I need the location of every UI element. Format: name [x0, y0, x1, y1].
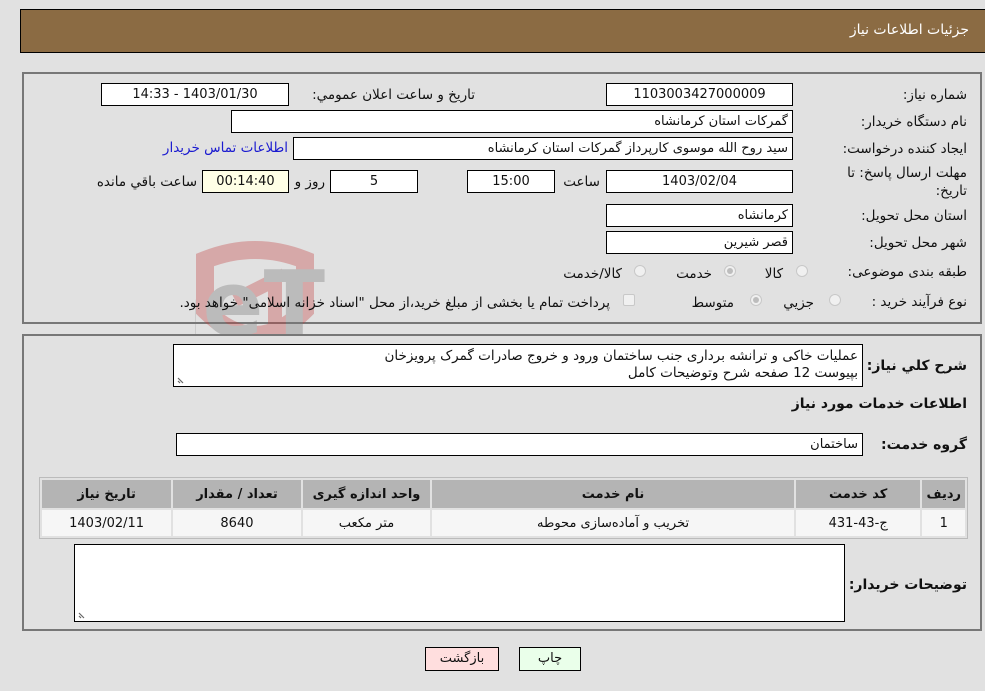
announce-datetime-field[interactable]: 1403/01/30 - 14:33 [101, 83, 289, 106]
purchase-type-option-minor: جزيي [783, 295, 814, 311]
page-title: جزئيات اطلاعات نیاز [849, 22, 969, 38]
description-line-2: بپیوست 12 صفحه شرح وتوضیحات کامل [627, 365, 858, 381]
delivery-city-field[interactable]: قصر شیرین [606, 231, 793, 254]
purchase-type-radio-minor[interactable] [829, 294, 841, 306]
deadline-label: مهلت ارسال پاسخ: تا تاریخ: [847, 165, 967, 199]
table-header-row: ردیف کد خدمت نام خدمت واحد اندازه گیری ت… [42, 480, 965, 508]
services-table: ردیف کد خدمت نام خدمت واحد اندازه گیری ت… [39, 477, 968, 539]
back-button[interactable]: بازگشت [425, 647, 499, 671]
col-header-service-code: کد خدمت [795, 480, 921, 508]
resize-handle-icon[interactable] [78, 611, 86, 619]
time-remaining-field: 00:14:40 [202, 170, 289, 193]
delivery-province-label: استان محل تحویل: [861, 208, 967, 224]
category-option-service: خدمت [676, 266, 712, 282]
cell-need-date: 1403/02/11 [42, 510, 172, 536]
need-number-field[interactable]: 1103003427000009 [606, 83, 793, 106]
need-number-label: شماره نیاز: [902, 87, 967, 103]
cell-service-name: تخریب و آماده‌سازی محوطه [432, 510, 794, 536]
requester-label: ایجاد کننده درخواست: [842, 141, 967, 157]
buyer-contact-link[interactable]: اطلاعات تماس خریدار [163, 140, 288, 156]
treasury-note: پرداخت تمام یا بخشی از مبلغ خرید،از محل … [179, 295, 610, 311]
description-line-1: عملیات خاکی و ترانشه برداری جنب ساختمان … [384, 348, 858, 364]
cell-row-number: 1 [922, 510, 965, 536]
cell-quantity: 8640 [173, 510, 301, 536]
col-header-row-number: ردیف [922, 480, 965, 508]
cell-unit: متر مکعب [302, 510, 431, 536]
delivery-city-label: شهر محل تحویل: [869, 235, 967, 251]
category-option-goods: کالا [764, 266, 783, 282]
category-radio-goods-service[interactable] [634, 265, 646, 277]
description-textarea[interactable]: عملیات خاکی و ترانشه برداری جنب ساختمان … [173, 344, 863, 387]
treasury-bonds-checkbox[interactable] [623, 294, 635, 306]
buyer-org-label: نام دستگاه خریدار: [860, 114, 967, 130]
buyer-notes-label: توضیحات خریدار: [848, 577, 967, 593]
purchase-type-label: نوع فرآیند خرید : [871, 294, 967, 310]
category-option-goods-service: کالا/خدمت [563, 266, 622, 282]
category-radio-goods[interactable] [796, 265, 808, 277]
page-header: جزئيات اطلاعات نیاز [20, 9, 985, 53]
col-header-need-date: تاریخ نیاز [42, 480, 172, 508]
cell-service-code: ج-43-431 [795, 510, 921, 536]
resize-handle-icon[interactable] [177, 376, 185, 384]
col-header-service-name: نام خدمت [432, 480, 794, 508]
col-header-quantity: تعداد / مقدار [173, 480, 301, 508]
days-remaining-field: 5 [330, 170, 418, 193]
services-heading: اطلاعات خدمات مورد نیاز [791, 396, 967, 412]
deadline-time-label: ساعت [563, 174, 600, 190]
service-group-field[interactable]: ساختمان [176, 433, 863, 456]
deadline-date-field[interactable]: 1403/02/04 [606, 170, 793, 193]
purchase-type-option-medium: متوسط [691, 295, 734, 311]
category-label: طبقه بندی موضوعی: [847, 264, 967, 280]
deadline-time-field[interactable]: 15:00 [467, 170, 555, 193]
print-button[interactable]: چاپ [519, 647, 581, 671]
requester-field[interactable]: سید روح الله موسوی کارپرداز گمرکات استان… [293, 137, 793, 160]
category-radio-service[interactable] [724, 265, 736, 277]
table-row: 1 ج-43-431 تخریب و آماده‌سازی محوطه متر … [42, 510, 965, 536]
buyer-notes-text [75, 545, 844, 549]
description-label: شرح کلي نياز: [866, 358, 967, 374]
service-group-label: گروه خدمت: [881, 437, 967, 453]
purchase-type-radio-medium[interactable] [750, 294, 762, 306]
announce-datetime-label: تاريخ و ساعت اعلان عمومي: [312, 87, 475, 103]
col-header-unit: واحد اندازه گیری [302, 480, 431, 508]
buyer-notes-textarea[interactable] [74, 544, 845, 622]
delivery-province-field[interactable]: کرمانشاه [606, 204, 793, 227]
time-remaining-label: ساعت باقي مانده [96, 174, 197, 190]
buyer-org-field[interactable]: گمرکات استان کرمانشاه [231, 110, 793, 133]
days-label: روز و [294, 174, 325, 190]
